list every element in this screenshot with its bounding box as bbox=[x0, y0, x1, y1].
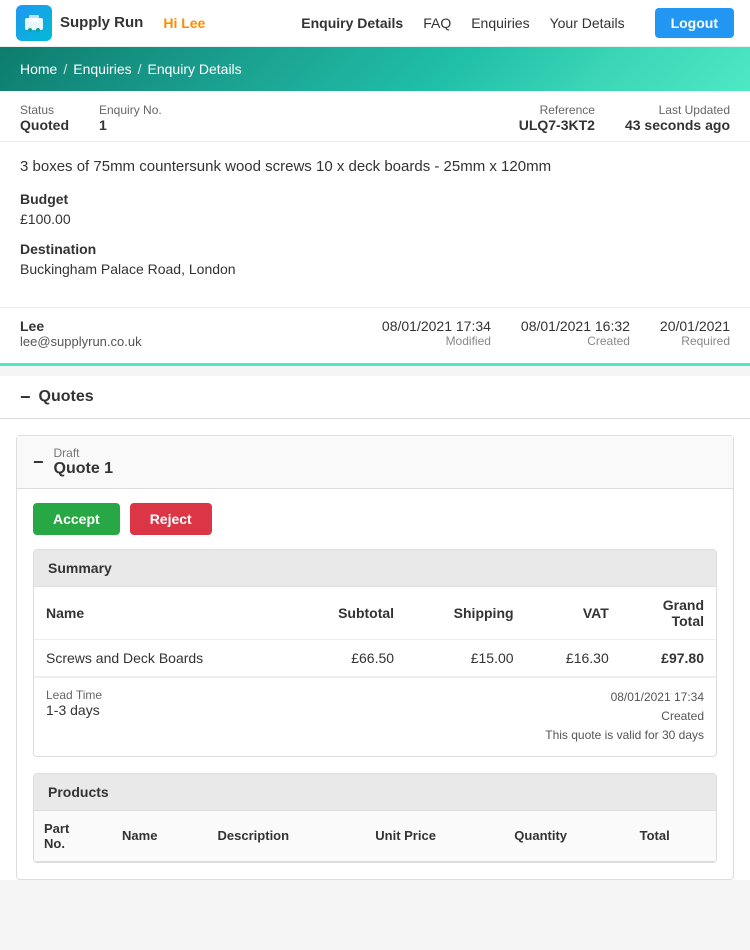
meta-last-updated: Last Updated 43 seconds ago bbox=[625, 103, 730, 133]
enquiry-dates: 08/01/2021 17:34 Modified 08/01/2021 16:… bbox=[382, 318, 730, 348]
required-date: 20/01/2021 Required bbox=[660, 318, 730, 348]
greeting: Hi Lee bbox=[163, 15, 205, 31]
col-quantity: Quantity bbox=[504, 811, 629, 862]
products-header: Products bbox=[34, 774, 716, 811]
col-shipping: Shipping bbox=[406, 587, 526, 640]
nav-enquiry-details[interactable]: Enquiry Details bbox=[301, 15, 403, 31]
breadcrumb-home[interactable]: Home bbox=[20, 61, 57, 77]
quote-1-card: − Draft Quote 1 Accept Reject Summary Na… bbox=[16, 435, 734, 880]
nav-your-details[interactable]: Your Details bbox=[550, 15, 625, 31]
col-product-name: Name bbox=[112, 811, 208, 862]
row-name: Screws and Deck Boards bbox=[34, 640, 292, 677]
created-date: 08/01/2021 16:32 Created bbox=[521, 318, 630, 348]
col-grand-total: GrandTotal bbox=[621, 587, 716, 640]
col-unit-price: Unit Price bbox=[365, 811, 504, 862]
breadcrumb-sep-1: / bbox=[63, 61, 67, 77]
budget-label: Budget bbox=[20, 191, 730, 207]
summary-meta: 08/01/2021 17:34 Created This quote is v… bbox=[545, 688, 704, 746]
breadcrumb-enquiries[interactable]: Enquiries bbox=[73, 61, 131, 77]
summary-created-label: Created bbox=[545, 707, 704, 726]
user-name: Lee bbox=[20, 318, 382, 334]
main-nav: Enquiry Details FAQ Enquiries Your Detai… bbox=[301, 8, 734, 38]
col-description: Description bbox=[208, 811, 366, 862]
user-email: lee@supplyrun.co.uk bbox=[20, 334, 382, 349]
enquiry-card: Status Quoted Enquiry No. 1 Reference UL… bbox=[0, 91, 750, 366]
col-name: Name bbox=[34, 587, 292, 640]
row-subtotal: £66.50 bbox=[292, 640, 406, 677]
enquiry-title: 3 boxes of 75mm countersunk wood screws … bbox=[20, 158, 730, 175]
breadcrumb-sep-2: / bbox=[138, 61, 142, 77]
destination-value: Buckingham Palace Road, London bbox=[20, 261, 730, 277]
quote-1-name: Quote 1 bbox=[54, 460, 114, 477]
enquiry-footer: Lee lee@supplyrun.co.uk 08/01/2021 17:34… bbox=[0, 307, 750, 363]
logout-button[interactable]: Logout bbox=[655, 8, 734, 38]
meta-right: Reference ULQ7-3KT2 Last Updated 43 seco… bbox=[519, 103, 730, 133]
status-value: Quoted bbox=[20, 117, 69, 133]
reference-value: ULQ7-3KT2 bbox=[519, 117, 595, 133]
lead-time-label: Lead Time bbox=[46, 688, 545, 702]
col-total: Total bbox=[630, 811, 716, 862]
summary-created-date: 08/01/2021 17:34 bbox=[545, 688, 704, 707]
nav-faq[interactable]: FAQ bbox=[423, 15, 451, 31]
modified-date: 08/01/2021 17:34 Modified bbox=[382, 318, 491, 348]
summary-header: Summary bbox=[34, 550, 716, 587]
header: Supply Run Hi Lee Enquiry Details FAQ En… bbox=[0, 0, 750, 47]
enquiry-meta: Status Quoted Enquiry No. 1 Reference UL… bbox=[0, 91, 750, 142]
lead-time: Lead Time 1-3 days bbox=[46, 688, 545, 718]
quote-1-label-area: Draft Quote 1 bbox=[54, 446, 114, 478]
summary-section: Summary Name Subtotal Shipping VAT Grand… bbox=[33, 549, 717, 757]
lead-time-value: 1-3 days bbox=[46, 702, 545, 718]
enquiry-body: 3 boxes of 75mm countersunk wood screws … bbox=[0, 142, 750, 307]
budget-value: £100.00 bbox=[20, 211, 730, 227]
products-table: PartNo. Name Description Unit Price Quan… bbox=[34, 811, 716, 862]
row-grand-total: £97.80 bbox=[621, 640, 716, 677]
enquiry-no-label: Enquiry No. bbox=[99, 103, 162, 117]
quote-1-draft-label: Draft bbox=[54, 446, 114, 460]
meta-status: Status Quoted bbox=[20, 103, 69, 133]
quote-1-collapse-button[interactable]: − bbox=[33, 453, 44, 471]
summary-validity: This quote is valid for 30 days bbox=[545, 726, 704, 745]
row-vat: £16.30 bbox=[526, 640, 621, 677]
logo-text: Supply Run bbox=[60, 14, 143, 32]
breadcrumb-banner: Home / Enquiries / Enquiry Details bbox=[0, 47, 750, 91]
nav-enquiries[interactable]: Enquiries bbox=[471, 15, 529, 31]
enquiry-user: Lee lee@supplyrun.co.uk bbox=[20, 318, 382, 349]
reference-label: Reference bbox=[519, 103, 595, 117]
last-updated-label: Last Updated bbox=[625, 103, 730, 117]
col-vat: VAT bbox=[526, 587, 621, 640]
meta-reference: Reference ULQ7-3KT2 bbox=[519, 103, 595, 133]
col-subtotal: Subtotal bbox=[292, 587, 406, 640]
quote-1-header: − Draft Quote 1 bbox=[17, 436, 733, 489]
products-section: Products PartNo. Name Description Unit P… bbox=[33, 773, 717, 863]
col-part-no: PartNo. bbox=[34, 811, 112, 862]
quotes-header: − Quotes bbox=[0, 376, 750, 419]
quotes-collapse-button[interactable]: − bbox=[20, 388, 31, 406]
breadcrumb: Home / Enquiries / Enquiry Details bbox=[20, 61, 730, 77]
meta-enquiry-no: Enquiry No. 1 bbox=[99, 103, 162, 133]
logo-area: Supply Run bbox=[16, 5, 143, 41]
quotes-section: − Quotes − Draft Quote 1 Accept Reject S… bbox=[0, 376, 750, 880]
quotes-title: Quotes bbox=[39, 388, 94, 406]
destination-label: Destination bbox=[20, 241, 730, 257]
quote-1-actions: Accept Reject bbox=[17, 489, 733, 549]
reject-button[interactable]: Reject bbox=[130, 503, 212, 535]
accept-button[interactable]: Accept bbox=[33, 503, 120, 535]
summary-row: Screws and Deck Boards £66.50 £15.00 £16… bbox=[34, 640, 716, 677]
summary-table: Name Subtotal Shipping VAT GrandTotal Sc… bbox=[34, 587, 716, 677]
enquiry-no-value: 1 bbox=[99, 117, 107, 133]
logo-icon bbox=[16, 5, 52, 41]
summary-footer: Lead Time 1-3 days 08/01/2021 17:34 Crea… bbox=[34, 677, 716, 756]
breadcrumb-current: Enquiry Details bbox=[148, 61, 242, 77]
status-label: Status bbox=[20, 103, 69, 117]
last-updated-value: 43 seconds ago bbox=[625, 117, 730, 133]
row-shipping: £15.00 bbox=[406, 640, 526, 677]
